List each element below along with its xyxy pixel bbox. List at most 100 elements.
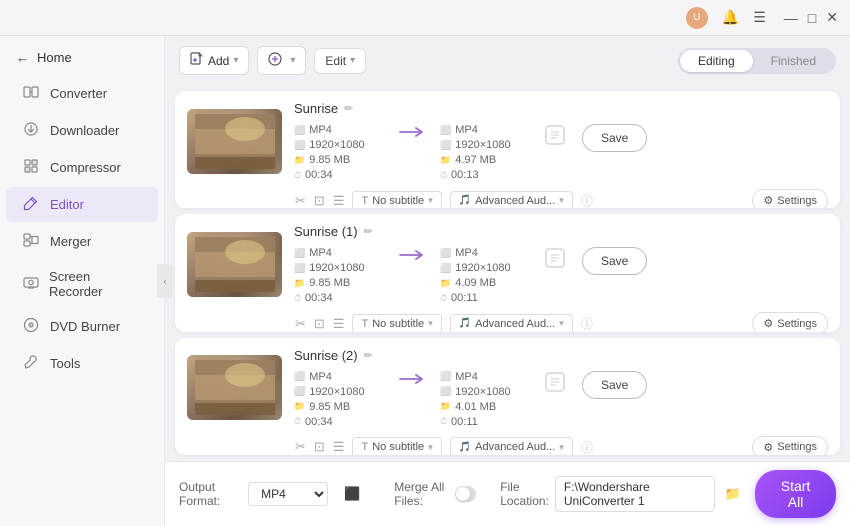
file-item-1: Sunrise (1) ✏ ⬜ MP4 ⬜ xyxy=(175,214,840,331)
back-icon: ← xyxy=(16,50,29,65)
sidebar-item-converter[interactable]: Converter xyxy=(6,76,158,111)
add-file-button[interactable]: Add ▾ xyxy=(179,46,249,75)
save-button-2[interactable]: Save xyxy=(582,371,647,399)
save-button-1[interactable]: Save xyxy=(582,247,647,275)
audio-dropdown-1[interactable]: 🎵 Advanced Aud... ▾ xyxy=(450,314,573,332)
sidebar-collapse-handle[interactable]: ‹ xyxy=(157,264,173,298)
dst-size-icon-1: 📁 xyxy=(440,278,451,289)
start-all-button[interactable]: Start All xyxy=(755,470,836,518)
format-select: MP4 MOV AVI MKV xyxy=(248,482,328,506)
file-edit-icon-0[interactable]: ✏ xyxy=(344,102,353,115)
sidebar-home[interactable]: ← Home xyxy=(0,44,164,75)
settings-button-1[interactable]: ⚙ Settings xyxy=(752,312,828,331)
sidebar-item-tools[interactable]: Tools xyxy=(6,346,158,381)
crop-icon-1[interactable]: ⊡ xyxy=(314,316,325,332)
subtitle-dropdown-2[interactable]: T No subtitle ▾ xyxy=(352,437,441,455)
add-button2[interactable]: ▾ xyxy=(257,46,306,75)
file-edit-icon-1[interactable]: ✏ xyxy=(364,225,373,238)
file-info-0: Sunrise ✏ ⬜ MP4 ⬜ 1920 xyxy=(294,101,828,181)
maximize-button[interactable]: □ xyxy=(808,10,816,26)
dst-res-icon-0: ⬜ xyxy=(440,140,451,151)
settings-button-2[interactable]: ⚙ Settings xyxy=(752,436,828,455)
folder-icon[interactable]: 📁 xyxy=(725,486,741,502)
crop-icon-2[interactable]: ⊡ xyxy=(314,439,325,455)
converter-label: Converter xyxy=(50,86,107,101)
sidebar-item-editor[interactable]: Editor xyxy=(6,187,158,222)
format-dropdown[interactable]: MP4 MOV AVI MKV xyxy=(248,482,328,506)
output-format-label: Output Format: xyxy=(179,480,234,508)
dst-resolution-2: 1920×1080 xyxy=(455,386,510,398)
src-resolution-0: 1920×1080 xyxy=(309,139,364,151)
user-avatar[interactable]: U xyxy=(686,7,708,29)
sidebar-item-merger[interactable]: Merger xyxy=(6,224,158,259)
tab-finished[interactable]: Finished xyxy=(753,50,834,72)
add-file-label: Add xyxy=(208,54,229,68)
audio-chevron-0: ▾ xyxy=(559,195,564,206)
save-button-0[interactable]: Save xyxy=(582,124,647,152)
gear-icon-2: ⚙ xyxy=(763,441,773,454)
src-format-icon-2: ⬜ xyxy=(294,371,305,382)
settings-button-0[interactable]: ⚙ Settings xyxy=(752,189,828,208)
dst-duration-2: 00:11 xyxy=(451,416,478,428)
src-format-icon-1: ⬜ xyxy=(294,248,305,259)
scissors-icon-1[interactable]: ✂ xyxy=(295,316,306,332)
sidebar-item-downloader[interactable]: Downloader xyxy=(6,113,158,148)
dst-format-0: MP4 xyxy=(455,124,478,136)
file-location-path: F:\Wondershare UniConverter 1 xyxy=(555,476,715,512)
audio-dropdown-0[interactable]: 🎵 Advanced Aud... ▾ xyxy=(450,191,573,209)
edit-dropdown[interactable]: Edit ▾ xyxy=(314,48,366,74)
more-icon[interactable]: ☰ xyxy=(753,9,766,26)
subtitle-dropdown-0[interactable]: T No subtitle ▾ xyxy=(352,191,441,209)
tools-label: Tools xyxy=(50,356,80,371)
sidebar-item-screen-recorder[interactable]: Screen Recorder xyxy=(6,261,158,307)
sidebar-item-dvd-burner[interactable]: DVD Burner xyxy=(6,309,158,344)
file-location-row: File Location: F:\Wondershare UniConvert… xyxy=(500,476,741,512)
dvd-burner-icon xyxy=(22,317,40,336)
scissors-icon-2[interactable]: ✂ xyxy=(295,439,306,455)
dst-size-2: 4.01 MB xyxy=(455,401,496,413)
dvd-burner-label: DVD Burner xyxy=(50,319,120,334)
merge-toggle[interactable] xyxy=(455,486,476,502)
adjust-icon-0[interactable]: ☰ xyxy=(333,193,345,209)
bell-icon[interactable]: 🔔 xyxy=(722,9,739,26)
downloader-icon xyxy=(22,121,40,140)
subtitle-dropdown-1[interactable]: T No subtitle ▾ xyxy=(352,314,441,332)
thumbnail-0 xyxy=(187,109,282,174)
info-icon-1[interactable]: ⓘ xyxy=(581,315,593,331)
subtitle-icon-2: T xyxy=(361,441,368,453)
src-size-icon-1: 📁 xyxy=(294,278,305,289)
dst-format-icon-2: ⬜ xyxy=(440,371,451,382)
gear-icon-0: ⚙ xyxy=(763,194,773,207)
file-name-2: Sunrise (2) xyxy=(294,348,358,363)
src-size-0: 9.85 MB xyxy=(309,154,350,166)
tab-editing[interactable]: Editing xyxy=(680,50,753,72)
src-size-icon-0: 📁 xyxy=(294,155,305,166)
settings-label-2: Settings xyxy=(777,441,817,453)
minimize-button[interactable]: — xyxy=(784,10,798,26)
file-location-label: File Location: xyxy=(500,480,549,508)
subtitle-chevron-1: ▾ xyxy=(428,318,433,329)
subtitle-icon-1: T xyxy=(361,318,368,330)
file-info-2: Sunrise (2) ✏ ⬜ MP4 ⬜ xyxy=(294,348,828,428)
merger-label: Merger xyxy=(50,234,91,249)
info-icon-2[interactable]: ⓘ xyxy=(581,439,593,455)
file-edit-icon-2[interactable]: ✏ xyxy=(364,349,373,362)
subtitle-icon-0: T xyxy=(361,195,368,207)
src-meta-2: ⬜ MP4 ⬜ 1920×1080 📁 9.85 MB xyxy=(294,371,384,428)
adjust-icon-1[interactable]: ☰ xyxy=(333,316,345,332)
add2-icon xyxy=(268,52,282,69)
adjust-icon-2[interactable]: ☰ xyxy=(333,439,345,455)
file-item-0: Sunrise ✏ ⬜ MP4 ⬜ 1920 xyxy=(175,91,840,208)
close-button[interactable]: ✕ xyxy=(826,9,838,26)
dst-format-2: MP4 xyxy=(455,371,478,383)
info-icon-0[interactable]: ⓘ xyxy=(581,192,593,208)
bottom-bar: Output Format: MP4 MOV AVI MKV ⬛ Merge A… xyxy=(165,461,850,526)
src-resolution-1: 1920×1080 xyxy=(309,262,364,274)
crop-icon-0[interactable]: ⊡ xyxy=(314,193,325,209)
thumbnail-2 xyxy=(187,355,282,420)
src-format-1: MP4 xyxy=(309,247,332,259)
audio-icon-1: 🎵 xyxy=(459,318,471,329)
scissors-icon-0[interactable]: ✂ xyxy=(295,193,306,209)
sidebar-item-compressor[interactable]: Compressor xyxy=(6,150,158,185)
audio-dropdown-2[interactable]: 🎵 Advanced Aud... ▾ xyxy=(450,437,573,455)
